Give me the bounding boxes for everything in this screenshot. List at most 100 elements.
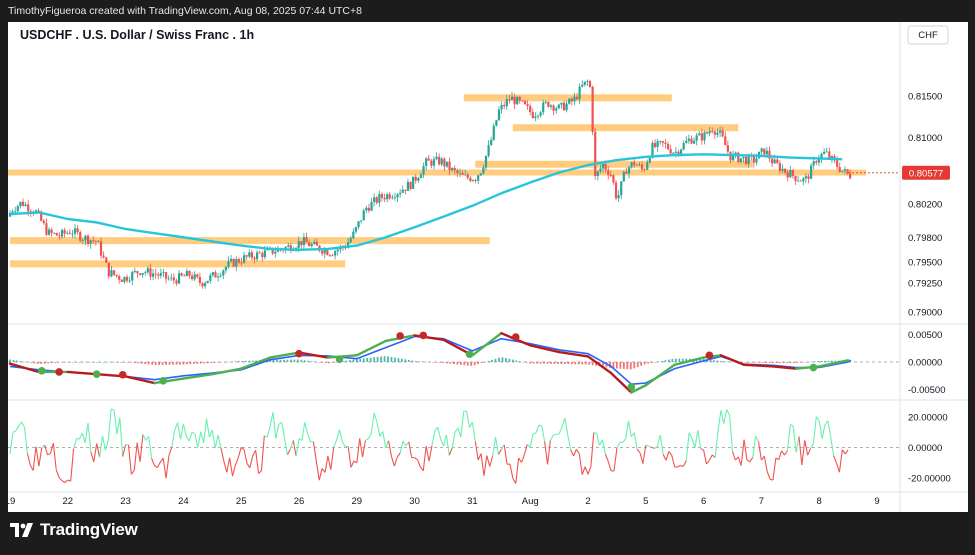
macd-histogram-bar <box>19 361 22 362</box>
candle-body <box>406 181 410 191</box>
macd-histogram-bar <box>581 362 584 365</box>
macd-histogram-bar <box>643 362 646 365</box>
candle-body <box>383 197 386 200</box>
macd-histogram-bar <box>106 362 109 363</box>
macd-histogram-bar <box>414 361 417 362</box>
candle-body <box>167 278 170 280</box>
tradingview-logo[interactable]: TradingView <box>10 520 138 540</box>
candle-body <box>222 270 225 276</box>
macd-histogram-bar <box>168 362 171 365</box>
chart-area[interactable]: 0.81500 0.81000 0.80200 0.79800 0.79500 0.792… <box>8 22 968 512</box>
candle-body <box>81 240 84 242</box>
candle-body <box>797 180 800 182</box>
tradingview-logo-text: TradingView <box>40 520 138 539</box>
candle-body <box>596 171 599 177</box>
macd-histogram-bar <box>726 361 729 362</box>
macd-histogram-bar <box>650 362 653 363</box>
candle-body <box>352 231 355 239</box>
macd-histogram-bar <box>553 362 556 364</box>
macd-histogram-bar <box>99 362 102 363</box>
price-zone <box>512 124 739 132</box>
x-tick-label: 5 <box>643 496 648 507</box>
macd-histogram-bar <box>234 361 237 362</box>
candle-body <box>99 241 103 256</box>
macd-histogram-bar <box>303 360 306 362</box>
macd-histogram-bar <box>348 360 351 362</box>
macd-histogram-bar <box>192 362 195 364</box>
candle-body <box>162 272 165 274</box>
candle-body <box>765 150 768 155</box>
candle-body <box>367 207 371 211</box>
macd-histogram-bar <box>203 362 206 364</box>
candle-body <box>594 131 597 177</box>
macd-histogram-bar <box>577 362 580 365</box>
macd-histogram-bar <box>373 357 376 362</box>
candle-body <box>555 108 558 111</box>
candle-body <box>391 197 394 199</box>
macd-histogram-bar <box>196 362 199 364</box>
currency-box[interactable]: CHF <box>907 25 949 45</box>
candle-body <box>776 159 779 164</box>
candle-body <box>526 104 529 107</box>
candle-body <box>47 229 51 235</box>
macd-histogram-bar <box>758 362 760 363</box>
candle-body <box>435 156 438 160</box>
macd-histogram-bar <box>68 362 70 363</box>
macd-histogram-bar <box>307 360 310 362</box>
macd-histogram-bar <box>716 360 719 362</box>
macd-histogram-bar <box>95 362 98 363</box>
candle-body <box>799 180 802 182</box>
candle-body <box>841 170 844 172</box>
candle-body <box>664 142 667 144</box>
macd-histogram-bar <box>189 362 192 365</box>
osc-y-tick-label: 20.00000 <box>908 413 948 424</box>
macd-histogram-bar <box>47 362 50 364</box>
macd-histogram-bar <box>515 360 518 362</box>
candle-body <box>224 266 227 271</box>
candle-body <box>313 241 316 244</box>
macd-histogram-bar <box>775 362 778 363</box>
x-tick-label: 2 <box>585 496 590 507</box>
macd-histogram-bar <box>480 362 483 364</box>
macd-histogram-bar <box>102 362 105 363</box>
candle-body <box>656 141 659 147</box>
macd-histogram-bar <box>661 360 663 362</box>
macd-line-segment <box>742 363 775 368</box>
candle-body <box>42 220 45 224</box>
x-tick-label: 31 <box>467 496 478 507</box>
candle-body <box>388 194 391 199</box>
candle-body <box>456 170 459 174</box>
candle-body <box>71 233 74 235</box>
credit-header: TimothyFigueroa created with TradingView… <box>8 5 362 17</box>
candle-body <box>458 172 462 174</box>
candle-body <box>27 204 30 212</box>
candle-body <box>399 192 402 195</box>
macd-histogram-bar <box>539 362 542 364</box>
macd-histogram-bar <box>310 361 313 362</box>
candle-body <box>536 115 540 117</box>
macd-histogram-bar <box>61 362 63 363</box>
candle-body <box>219 275 222 277</box>
price-y-tick-label: 0.79800 <box>908 233 942 244</box>
candle-body <box>258 252 261 254</box>
candle-body <box>549 105 553 107</box>
macd-histogram-bar <box>276 359 278 362</box>
candle-body <box>151 273 155 277</box>
macd-histogram-bar <box>9 359 11 362</box>
candle-body <box>810 165 813 179</box>
macd-histogram-bar <box>220 362 223 363</box>
candle-body <box>713 131 716 135</box>
candle-body <box>843 169 847 171</box>
price-y-tick-label: 0.79250 <box>908 278 942 289</box>
macd-histogram-bar <box>231 361 233 363</box>
candle-body <box>698 133 701 136</box>
macd-histogram-bar <box>557 362 559 364</box>
candle-body <box>235 259 238 267</box>
macd-histogram-bar <box>459 362 462 365</box>
macd-histogram-bar <box>172 362 174 365</box>
macd-histogram-bar <box>165 362 167 365</box>
macd-histogram-bar <box>144 362 147 365</box>
macd-histogram-bar <box>494 358 497 362</box>
candle-body <box>14 211 17 212</box>
candle-body <box>737 152 740 163</box>
